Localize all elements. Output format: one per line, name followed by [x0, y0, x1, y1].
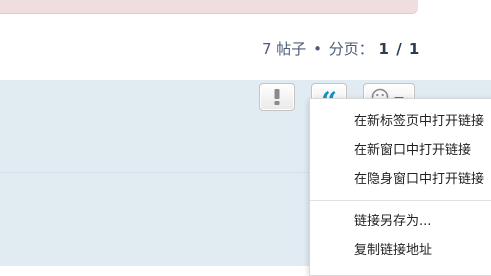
menu-open-new-window[interactable]: 在新窗口中打开链接 — [354, 138, 471, 164]
current-page: 1 — [378, 40, 390, 58]
pagination-bullet: • — [313, 40, 322, 58]
page-indicator: 1 / 1 — [379, 40, 421, 58]
menu-save-link-as[interactable]: 链接另存为... — [354, 209, 431, 235]
report-button[interactable] — [259, 83, 295, 111]
menu-open-new-tab[interactable]: 在新标签页中打开链接 — [354, 109, 484, 135]
exclamation-icon — [274, 89, 280, 105]
pages-label: 分页： — [328, 40, 374, 58]
context-menu: 在新标签页中打开链接 在新窗口中打开链接 在隐身窗口中打开链接 链接另存为...… — [309, 98, 491, 276]
total-pages: 1 — [408, 40, 421, 58]
menu-open-incognito[interactable]: 在隐身窗口中打开链接 — [354, 167, 484, 193]
menu-copy-link-address[interactable]: 复制链接地址 — [354, 238, 432, 264]
menu-separator — [310, 200, 491, 201]
alert-strip — [0, 0, 418, 14]
pagination: 7 帖子 • 分页： 1 / 1 — [262, 38, 420, 58]
page-separator: / — [396, 40, 403, 58]
posts-count: 7 帖子 — [262, 40, 307, 58]
